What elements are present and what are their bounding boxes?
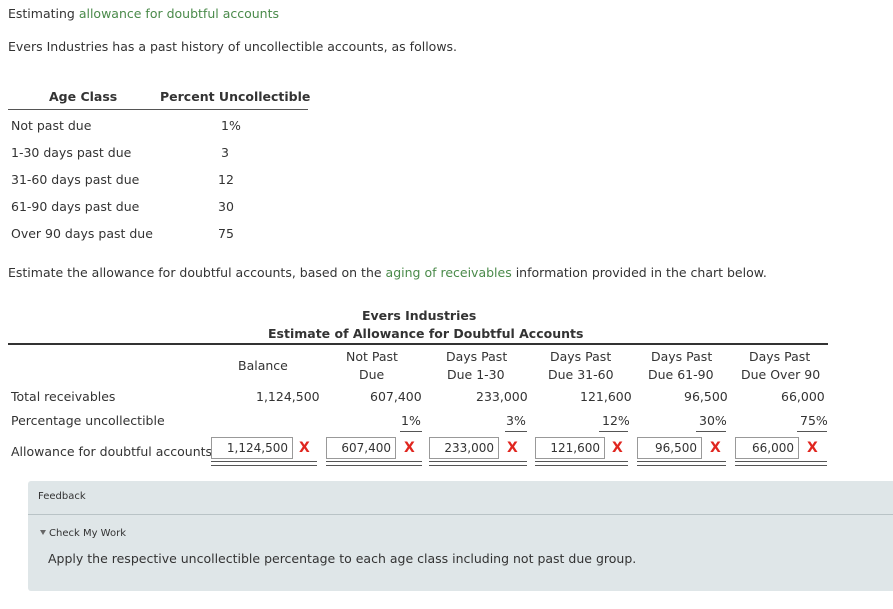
allowance-answer-input[interactable]: 66,000 [735,437,799,459]
percentage-value: 75% [800,413,828,428]
col-header-line1: Not Past [346,349,398,364]
col-header-line2: Due 61-90 [648,367,714,382]
col-header-line1: Days Past [446,349,508,364]
caret-down-icon [40,530,46,535]
allowance-answer-input[interactable]: 1,124,500 [211,437,293,459]
col-header-line2: Due Over 90 [741,367,821,382]
receivable-value: 96,500 [684,389,728,404]
double-underline [637,461,726,466]
allowance-link[interactable]: allowance for doubtful accounts [79,6,279,21]
instruction-text: Estimate the allowance for doubtful acco… [8,265,767,280]
col-header-line2: Due 1-30 [447,367,505,382]
receivable-value: 233,000 [476,389,528,404]
allowance-label: Allowance for doubtful accounts [11,444,213,459]
percentage-value: 12% [602,413,630,428]
age-row-pct: 30 [218,199,234,214]
incorrect-icon: X [807,440,818,456]
instruction-before: Estimate the allowance for doubtful acco… [8,265,386,280]
feedback-text: Apply the respective uncollectible perce… [48,551,637,566]
company-name: Evers Industries [362,308,477,323]
percentage-rule [696,431,726,432]
age-row-label: Not past due [11,118,92,133]
percentage-value: 3% [506,413,526,428]
age-row-pct: 1% [221,118,241,133]
double-underline [211,461,317,466]
incorrect-icon: X [612,440,623,456]
percentage-rule [505,431,527,432]
double-underline [429,461,527,466]
percentage-rule [400,431,422,432]
percentage-rule [599,431,628,432]
age-row-label: 31-60 days past due [11,172,140,187]
receivable-value: 1,124,500 [256,389,320,404]
age-table-header-rule [8,109,308,110]
col-header-line1: Days Past [749,349,811,364]
incorrect-icon: X [507,440,518,456]
percentage-rule [797,431,827,432]
col-header-line2: Due 31-60 [548,367,614,382]
age-class-header: Age Class [49,89,118,104]
age-row-pct: 3 [221,145,229,160]
feedback-label: Feedback [38,491,86,502]
double-underline [535,461,628,466]
aging-link[interactable]: aging of receivables [386,265,512,280]
estimate-title: Estimate of Allowance for Doubtful Accou… [268,326,584,341]
age-row-label: Over 90 days past due [11,226,153,241]
age-row-pct: 75 [218,226,234,241]
receivable-value: 121,600 [580,389,632,404]
estimate-table-rule [8,343,828,345]
intro-text: Evers Industries has a past history of u… [8,39,458,54]
percentage-value: 1% [401,413,421,428]
feedback-divider [28,514,893,515]
col-header-line1: Days Past [651,349,713,364]
col-header-line2: Due [359,367,385,382]
page-title: Estimating allowance for doubtful accoun… [8,6,279,21]
receivables-label: Total receivables [11,389,116,404]
allowance-answer-input[interactable]: 96,500 [637,437,702,459]
check-my-work-toggle[interactable]: Check My Work [40,528,126,539]
incorrect-icon: X [299,440,310,456]
age-row-label: 61-90 days past due [11,199,140,214]
instruction-after: information provided in the chart below. [511,265,767,280]
check-my-work-label: Check My Work [49,528,126,539]
allowance-answer-input[interactable]: 233,000 [429,437,499,459]
receivable-value: 607,400 [370,389,422,404]
incorrect-icon: X [710,440,721,456]
age-row-label: 1-30 days past due [11,145,132,160]
allowance-answer-input[interactable]: 607,400 [326,437,396,459]
age-row-pct: 12 [218,172,234,187]
incorrect-icon: X [404,440,415,456]
allowance-answer-input[interactable]: 121,600 [535,437,605,459]
col-header-balance: Balance [238,358,288,373]
percentage-value: 30% [699,413,727,428]
feedback-panel: Feedback Check My Work Apply the respect… [28,481,893,591]
percentage-label: Percentage uncollectible [11,413,165,428]
receivable-value: 66,000 [781,389,825,404]
double-underline [735,461,827,466]
double-underline [326,461,422,466]
title-prefix: Estimating [8,6,79,21]
col-header-line1: Days Past [550,349,612,364]
percent-header: Percent Uncollectible [160,89,311,104]
